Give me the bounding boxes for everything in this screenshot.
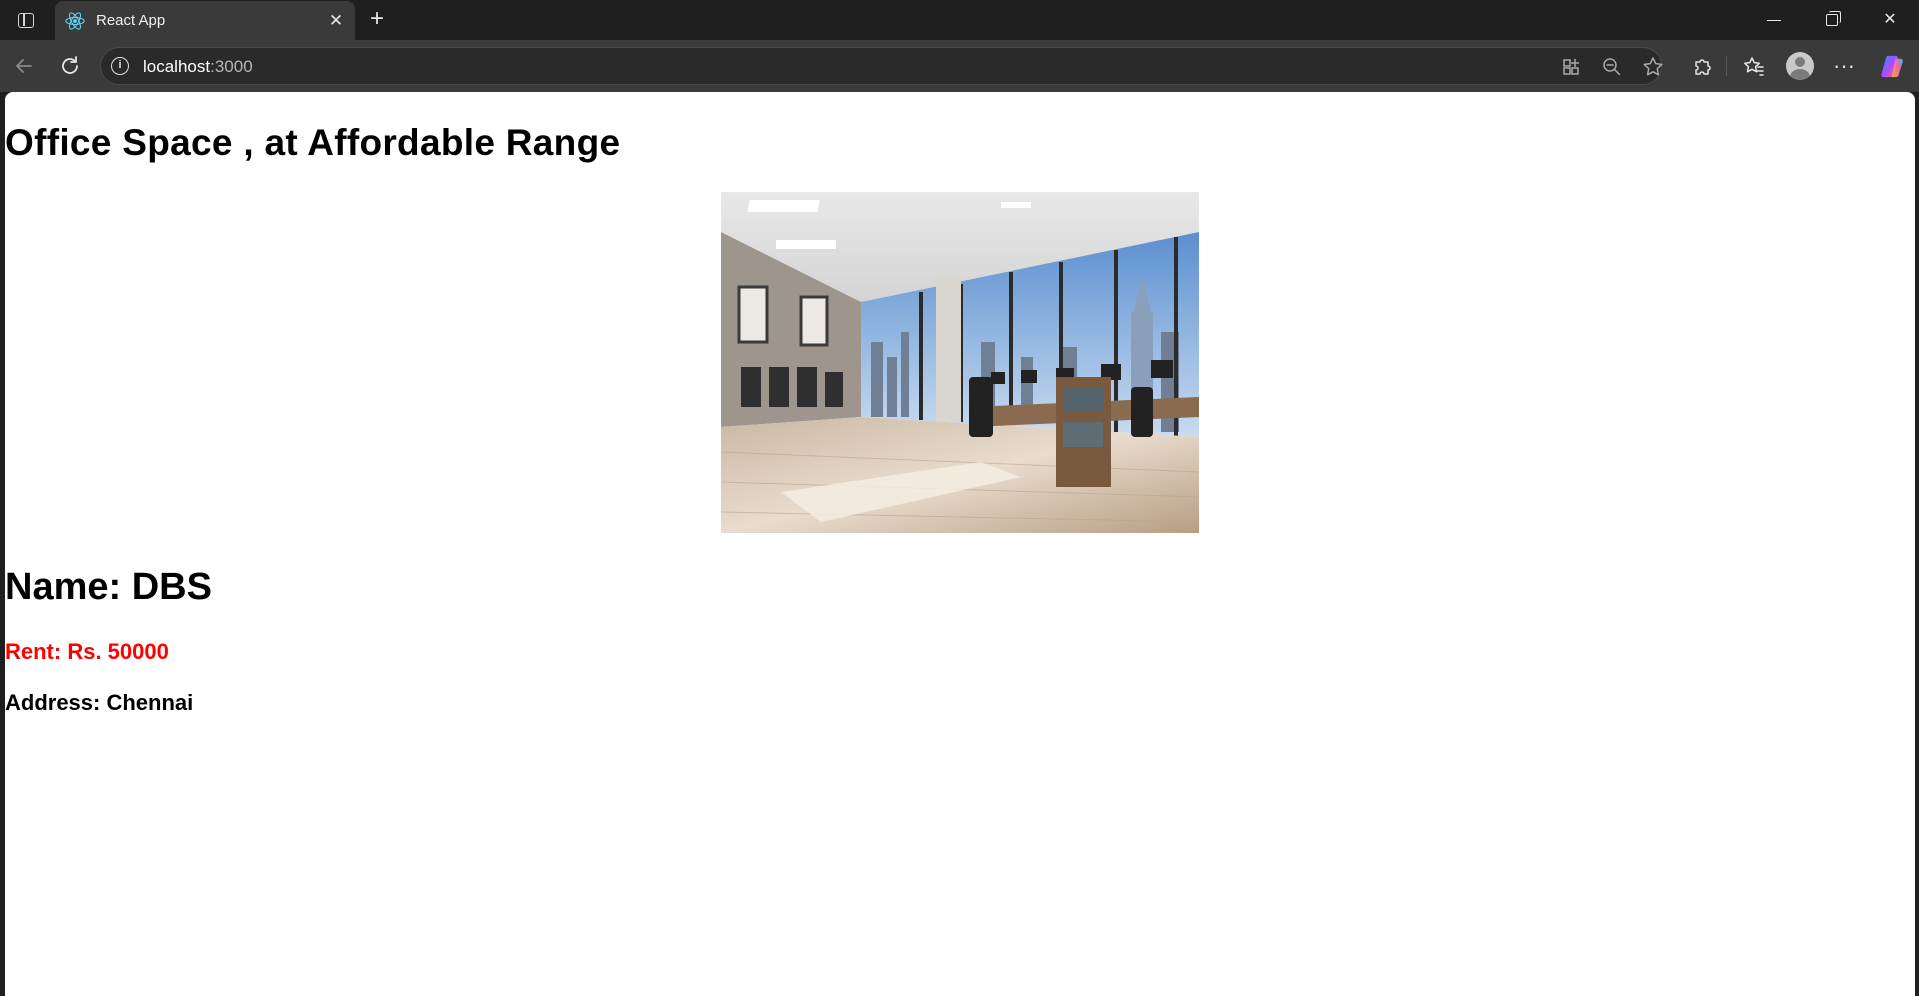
- url-text[interactable]: localhost:3000: [143, 57, 253, 77]
- toolbar-divider: [1726, 56, 1727, 76]
- close-icon[interactable]: ✕: [325, 10, 347, 32]
- url-host: localhost: [143, 57, 211, 76]
- back-arrow-icon[interactable]: [10, 52, 38, 80]
- app-available-icon[interactable]: [1557, 53, 1585, 81]
- react-icon: [65, 12, 85, 30]
- page-title: Office Space , at Affordable Range: [5, 122, 621, 163]
- avatar-icon[interactable]: [1786, 52, 1814, 80]
- browser-toolbar: i localhost:3000 ···: [0, 40, 1919, 92]
- puzzle-icon[interactable]: [1688, 52, 1716, 80]
- browser-tab[interactable]: React App ✕: [55, 1, 355, 40]
- tab-title: React App: [96, 12, 166, 29]
- info-icon[interactable]: i: [111, 57, 129, 75]
- window-close-button[interactable]: ✕: [1861, 0, 1919, 40]
- tab-strip: React App ✕ + ✕: [0, 0, 1919, 40]
- office-name: Name: DBS: [5, 566, 212, 608]
- favorites-icon[interactable]: [1740, 52, 1768, 80]
- restore-button[interactable]: [1803, 0, 1861, 40]
- page-viewport: Office Space , at Affordable Range Name:…: [5, 92, 1915, 996]
- url-port: :3000: [210, 57, 253, 76]
- office-rent: Rent: Rs. 50000: [5, 639, 169, 664]
- office-space-photo: [721, 192, 1199, 533]
- plus-icon[interactable]: +: [365, 7, 389, 32]
- address-bar[interactable]: i localhost:3000: [100, 47, 1663, 85]
- star-icon[interactable]: [1639, 53, 1667, 81]
- reload-icon[interactable]: [56, 52, 84, 80]
- zoom-out-icon[interactable]: [1598, 53, 1626, 81]
- sidebar-icon[interactable]: [12, 8, 38, 32]
- copilot-icon[interactable]: [1879, 53, 1906, 80]
- minimize-button[interactable]: [1745, 0, 1803, 40]
- more-icon[interactable]: ···: [1830, 52, 1858, 80]
- office-address: Address: Chennai: [5, 690, 194, 715]
